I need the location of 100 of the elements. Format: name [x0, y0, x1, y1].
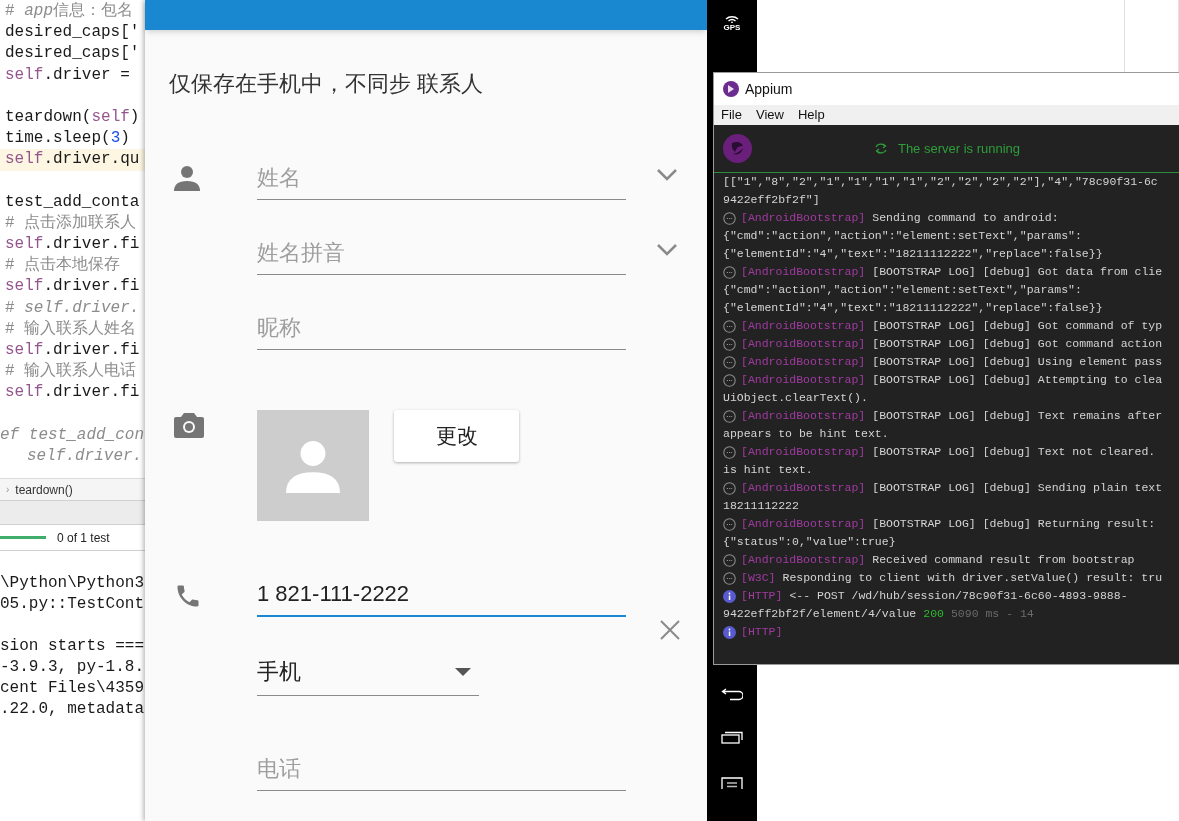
- chevron-icon: ›: [6, 482, 10, 497]
- code-line: time.sleep(3): [4, 128, 131, 150]
- code-line: test_add_conta: [4, 191, 141, 213]
- ellipsis-circle-icon: [723, 445, 736, 459]
- log-message: [BOOTSTRAP LOG] [debug] Text remains after: [872, 408, 1163, 424]
- input-field[interactable]: 昵称: [257, 306, 626, 350]
- code-line: self.driver =: [4, 64, 131, 86]
- log-line: UiObject.clearText().: [723, 390, 868, 406]
- code-line: # app信息：包名: [4, 1, 134, 22]
- code-line: # 输入联系人姓名: [4, 318, 138, 340]
- log-line: 9422eff2bf2f/element/4/value: [723, 606, 917, 622]
- log-message: <-- POST /wd/hub/session/78c90f31-6c60-4893-9888-: [789, 588, 1128, 604]
- log-line: 9422eff2bf2f"]: [723, 192, 820, 208]
- console-line: sion starts ===: [0, 636, 145, 657]
- code-line: # 点击添加联系人: [4, 212, 138, 234]
- menu-item[interactable]: Help: [796, 105, 826, 125]
- log-message: [BOOTSTRAP LOG] [debug] Attempting to clea: [872, 372, 1163, 388]
- breadcrumb-item[interactable]: teardown(): [15, 480, 73, 499]
- log-tag: [HTTP]: [741, 587, 783, 605]
- code-line: # 点击本地保存: [4, 255, 122, 277]
- log-line: [["1","8","2","1","1","1","1","2","2","2","2"],"4","78c90f31-6c: [723, 174, 1158, 190]
- menu-item[interactable]: File: [720, 105, 743, 125]
- log-line: 18211112222: [723, 498, 799, 514]
- log-tag: [AndroidBootstrap]: [741, 515, 866, 533]
- console-line: cent Files\4359: [0, 678, 145, 699]
- log-message: [BOOTSTRAP LOG] [debug] Got data from clie: [872, 264, 1163, 280]
- log-line: {"elementId":"4","text":"18211112222","replace":false}}: [723, 300, 1103, 316]
- log-tag: [W3C]: [741, 569, 776, 587]
- close-icon[interactable]: [659, 619, 681, 641]
- ellipsis-circle-icon: [723, 409, 736, 423]
- ellipsis-circle-icon: [723, 373, 736, 387]
- log-tag: [AndroidBootstrap]: [741, 551, 866, 569]
- app-logo-icon: [723, 81, 739, 97]
- person-icon: [286, 438, 340, 493]
- ellipsis-circle-icon: [723, 481, 736, 495]
- log-tag: [AndroidBootstrap]: [741, 407, 866, 425]
- log-message: [BOOTSTRAP LOG] [debug] Got command action: [872, 336, 1163, 352]
- chevron-down-icon[interactable]: [656, 243, 678, 256]
- code-line: self.driver.fi: [4, 382, 141, 404]
- notice-text: 仅保存在手机中，不同步 联系人: [169, 70, 485, 98]
- test-count: 0 of 1 test: [57, 529, 110, 547]
- status-code: 200: [923, 606, 944, 622]
- input-field[interactable]: 姓名: [257, 156, 626, 200]
- ellipsis-circle-icon: [723, 265, 736, 279]
- log-message: Received command result from bootstrap: [872, 552, 1135, 568]
- console-line: 05.py::TestCont: [0, 594, 145, 615]
- change-button[interactable]: 更改: [394, 410, 519, 462]
- menu-icon[interactable]: [721, 777, 743, 789]
- log-line: is hint text.: [723, 462, 813, 478]
- ellipsis-circle-icon: [723, 337, 736, 351]
- menu-item[interactable]: View: [754, 105, 785, 125]
- refresh-icon: [873, 142, 888, 155]
- log-tag: [AndroidBootstrap]: [741, 317, 866, 335]
- log-tag: [AndroidBootstrap]: [741, 443, 866, 461]
- back-icon[interactable]: [721, 687, 743, 701]
- chevron-down-icon[interactable]: [656, 168, 678, 181]
- code-line: desired_caps[': [4, 22, 141, 44]
- ellipsis-circle-icon: [723, 517, 736, 531]
- log-message: [BOOTSTRAP LOG] [debug] Using element pass: [872, 354, 1163, 370]
- code-line: self.driver.fi: [4, 340, 141, 361]
- log-tag: [AndroidBootstrap]: [741, 371, 866, 389]
- code-line: self.driver.fi: [4, 276, 141, 298]
- log-tag: [HTTP]: [741, 623, 783, 641]
- camera-icon: [174, 412, 204, 438]
- log-message: Responding to client with driver.setValue() result: tru: [782, 570, 1163, 586]
- log-tag: [AndroidBootstrap]: [741, 353, 866, 371]
- code-line: # 输入联系人电话: [4, 361, 138, 383]
- log-tag: [AndroidBootstrap]: [741, 479, 866, 497]
- log-line: {"cmd":"action","action":"element:setText","params":: [723, 228, 1082, 244]
- log-message: Sending command to android:: [872, 210, 1059, 226]
- log-tag: [AndroidBootstrap]: [741, 335, 866, 353]
- code-line: desired_caps[': [4, 43, 141, 65]
- ellipsis-circle-icon: [723, 571, 736, 585]
- person-icon: [174, 165, 200, 191]
- log-message: [BOOTSTRAP LOG] [debug] Text not cleared.: [872, 444, 1156, 460]
- code-line: teardown(self): [4, 106, 141, 128]
- log-message: [BOOTSTRAP LOG] [debug] Sending plain text: [872, 480, 1163, 496]
- input-field[interactable]: 电话: [257, 747, 626, 791]
- response-time: 5090 ms - 14: [950, 606, 1034, 622]
- ellipsis-circle-icon: [723, 211, 736, 225]
- log-line: appears to be hint text.: [723, 426, 889, 442]
- code-line: self.driver.fi: [4, 234, 141, 255]
- log-tag: [AndroidBootstrap]: [741, 263, 866, 281]
- log-message: [BOOTSTRAP LOG] [debug] Returning result:: [872, 516, 1156, 532]
- info-icon: [723, 589, 736, 603]
- console-line: -3.9.3, py-1.8.: [0, 657, 145, 678]
- log-line: {"elementId":"4","text":"18211112222","replace":false}}: [723, 246, 1103, 262]
- log-line: {"cmd":"action","action":"element:setText","params":: [723, 282, 1082, 298]
- app-logo-icon: [723, 134, 752, 163]
- log-tag: [AndroidBootstrap]: [741, 209, 866, 227]
- input-field[interactable]: 姓名拼音: [257, 231, 626, 275]
- caret-down-icon: [455, 667, 471, 676]
- input-field[interactable]: 1 821-111-2222: [257, 573, 626, 617]
- console-line: .22.0, metadata: [0, 699, 145, 720]
- code-line: ef test_add_con: [0, 424, 145, 446]
- type-dropdown[interactable]: 手机: [257, 648, 479, 696]
- code-line: self.driver.: [26, 445, 144, 467]
- log-message: [BOOTSTRAP LOG] [debug] Got command of typ: [872, 318, 1163, 334]
- ellipsis-circle-icon: [723, 319, 736, 333]
- recent-apps-icon[interactable]: [721, 731, 743, 744]
